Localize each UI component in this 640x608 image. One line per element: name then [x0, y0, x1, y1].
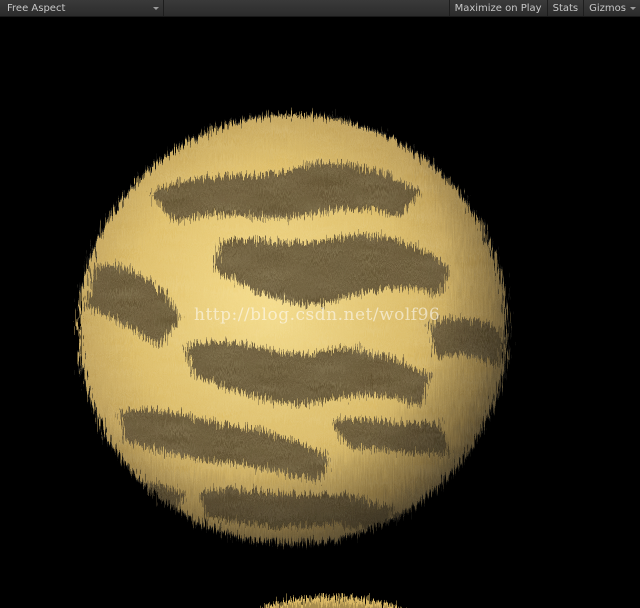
maximize-on-play-button[interactable]: Maximize on Play	[448, 0, 547, 16]
gizmos-button[interactable]: Gizmos	[583, 0, 640, 16]
fur-sphere-bottom	[263, 597, 397, 608]
stats-button[interactable]: Stats	[546, 0, 584, 16]
chevron-down-icon	[630, 7, 636, 10]
aspect-label: Free Aspect	[7, 2, 66, 14]
watermark-text: http://blog.csdn.net/wolf96	[194, 305, 441, 325]
game-view-toolbar: Free Aspect Maximize on Play Stats Gizmo…	[0, 0, 640, 17]
gizmos-label: Gizmos	[589, 2, 626, 14]
stats-label: Stats	[552, 2, 579, 14]
maximize-on-play-label: Maximize on Play	[454, 2, 542, 14]
chevron-down-icon	[153, 7, 159, 10]
fur-sphere	[77, 113, 509, 545]
game-viewport[interactable]: http://blog.csdn.net/wolf96	[0, 17, 640, 608]
aspect-dropdown[interactable]: Free Aspect	[0, 0, 164, 16]
